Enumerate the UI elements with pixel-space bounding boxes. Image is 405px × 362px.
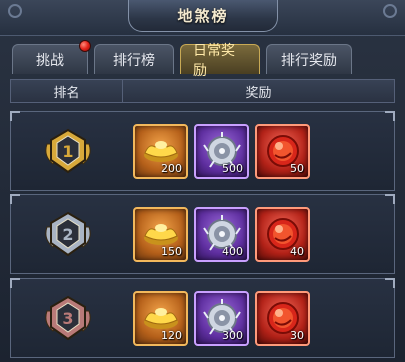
- reward-slot[interactable]: 40: [255, 207, 310, 262]
- reward-quantity: 400: [222, 245, 243, 258]
- table-row: 3 120 300 30: [10, 278, 395, 358]
- reward-slot[interactable]: 500: [194, 124, 249, 179]
- tab-rank-reward[interactable]: 排行奖励: [266, 44, 352, 74]
- rank-number: 1: [62, 142, 73, 161]
- table-row: 2 150 400 40: [10, 194, 395, 274]
- notification-dot-icon: [79, 40, 91, 52]
- rank-badge-icon: 2: [43, 209, 93, 259]
- rank-header: 排名: [11, 80, 123, 102]
- reward-list: 120 300 30: [133, 291, 310, 346]
- reward-slot[interactable]: 200: [133, 124, 188, 179]
- table-row: 1 200 500 50: [10, 111, 395, 191]
- reward-quantity: 150: [161, 245, 182, 258]
- corner-ornament-icon: [8, 4, 22, 18]
- reward-list: 150 400 40: [133, 207, 310, 262]
- reward-slot[interactable]: 150: [133, 207, 188, 262]
- reward-slot[interactable]: 300: [194, 291, 249, 346]
- tab-challenge[interactable]: 挑战: [12, 40, 91, 74]
- rank-number: 3: [62, 309, 73, 328]
- reward-quantity: 500: [222, 162, 243, 175]
- tab-label: 排行奖励: [281, 52, 337, 69]
- reward-slot[interactable]: 50: [255, 124, 310, 179]
- tab-bar: 挑战 排行榜 日常奖励 排行奖励: [12, 40, 352, 79]
- corner-ornament-icon: [383, 4, 397, 18]
- tab-daily-reward[interactable]: 日常奖励: [180, 43, 260, 79]
- reward-quantity: 40: [290, 245, 304, 258]
- reward-quantity: 120: [161, 329, 182, 342]
- reward-slot[interactable]: 400: [194, 207, 249, 262]
- reward-slot[interactable]: 30: [255, 291, 310, 346]
- rank-badge-icon: 1: [43, 126, 93, 176]
- reward-quantity: 300: [222, 329, 243, 342]
- window-title: 地煞榜: [177, 7, 229, 25]
- tab-leaderboard[interactable]: 排行榜: [94, 44, 174, 74]
- reward-list: 200 500 50: [133, 124, 310, 179]
- reward-quantity: 30: [290, 329, 304, 342]
- rank-badge-icon: 3: [43, 293, 93, 343]
- tab-label: 挑战: [36, 52, 64, 69]
- table-header: 排名 奖励: [10, 79, 395, 103]
- rank-number: 2: [62, 225, 73, 244]
- reward-header: 奖励: [245, 85, 272, 101]
- tab-label: 日常奖励: [193, 42, 235, 79]
- reward-slot[interactable]: 120: [133, 291, 188, 346]
- title-bar: 地煞榜: [0, 0, 405, 36]
- reward-quantity: 50: [290, 162, 304, 175]
- reward-quantity: 200: [161, 162, 182, 175]
- title-plate: 地煞榜: [128, 0, 278, 32]
- tab-label: 排行榜: [113, 52, 155, 69]
